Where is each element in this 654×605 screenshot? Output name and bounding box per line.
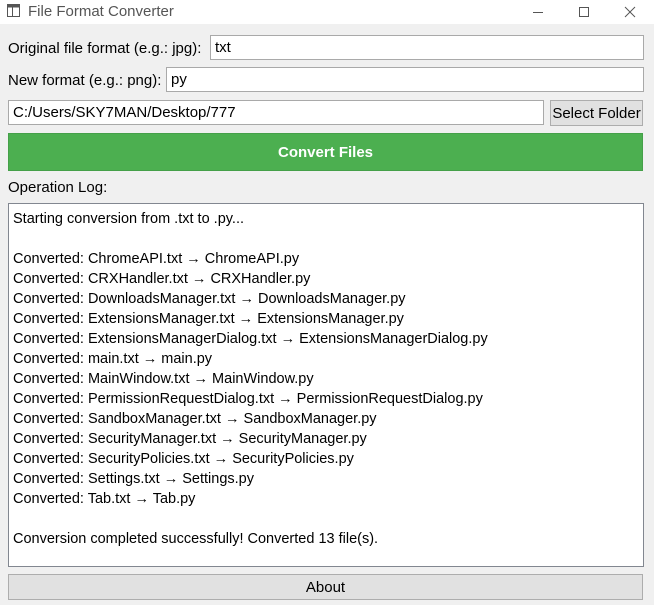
new-format-input[interactable]: py bbox=[166, 67, 644, 92]
log-line: Starting conversion from .txt to .py... bbox=[13, 211, 245, 227]
operation-log[interactable]: Starting conversion from .txt to .py... … bbox=[8, 203, 644, 567]
log-line: Converted: Settings.txt → Settings.py bbox=[13, 471, 254, 487]
log-line: Converted: ExtensionsManager.txt → Exten… bbox=[13, 311, 404, 327]
log-line: Converted: CRXHandler.txt → CRXHandler.p… bbox=[13, 271, 311, 287]
folder-path-input[interactable]: C:/Users/SKY7MAN/Desktop/777 bbox=[8, 100, 544, 125]
log-line: Converted: SecurityManager.txt → Securit… bbox=[13, 431, 367, 447]
log-line: Converted: DownloadsManager.txt → Downlo… bbox=[13, 291, 406, 307]
log-line: Converted: Tab.txt → Tab.py bbox=[13, 491, 196, 507]
log-line: Converted: SecurityPolicies.txt → Securi… bbox=[13, 451, 354, 467]
maximize-button[interactable] bbox=[561, 0, 607, 24]
maximize-icon bbox=[579, 7, 589, 17]
convert-files-button[interactable]: Convert Files bbox=[8, 133, 643, 171]
minimize-icon bbox=[533, 12, 543, 13]
log-line: Converted: MainWindow.txt → MainWindow.p… bbox=[13, 371, 314, 387]
log-line: Converted: ChromeAPI.txt → ChromeAPI.py bbox=[13, 251, 300, 267]
new-format-label: New format (e.g.: png): bbox=[8, 72, 162, 89]
original-format-label: Original file format (e.g.: jpg): bbox=[8, 40, 202, 57]
operation-log-label: Operation Log: bbox=[8, 179, 108, 196]
window-title: File Format Converter bbox=[28, 3, 174, 20]
about-button[interactable]: About bbox=[8, 574, 643, 600]
title-bar: File Format Converter bbox=[0, 0, 654, 24]
close-icon bbox=[624, 6, 636, 18]
close-button[interactable] bbox=[607, 0, 653, 24]
minimize-button[interactable] bbox=[515, 0, 561, 24]
log-line: Converted: SandboxManager.txt → SandboxM… bbox=[13, 411, 377, 427]
log-line: Converted: main.txt → main.py bbox=[13, 351, 213, 367]
log-line: Converted: PermissionRequestDialog.txt →… bbox=[13, 391, 483, 407]
app-window-icon bbox=[7, 4, 20, 17]
original-format-input[interactable]: txt bbox=[210, 35, 644, 60]
log-line: Conversion completed successfully! Conve… bbox=[13, 531, 379, 547]
log-line: Converted: ExtensionsManagerDialog.txt →… bbox=[13, 331, 488, 347]
select-folder-button[interactable]: Select Folder bbox=[550, 100, 643, 126]
